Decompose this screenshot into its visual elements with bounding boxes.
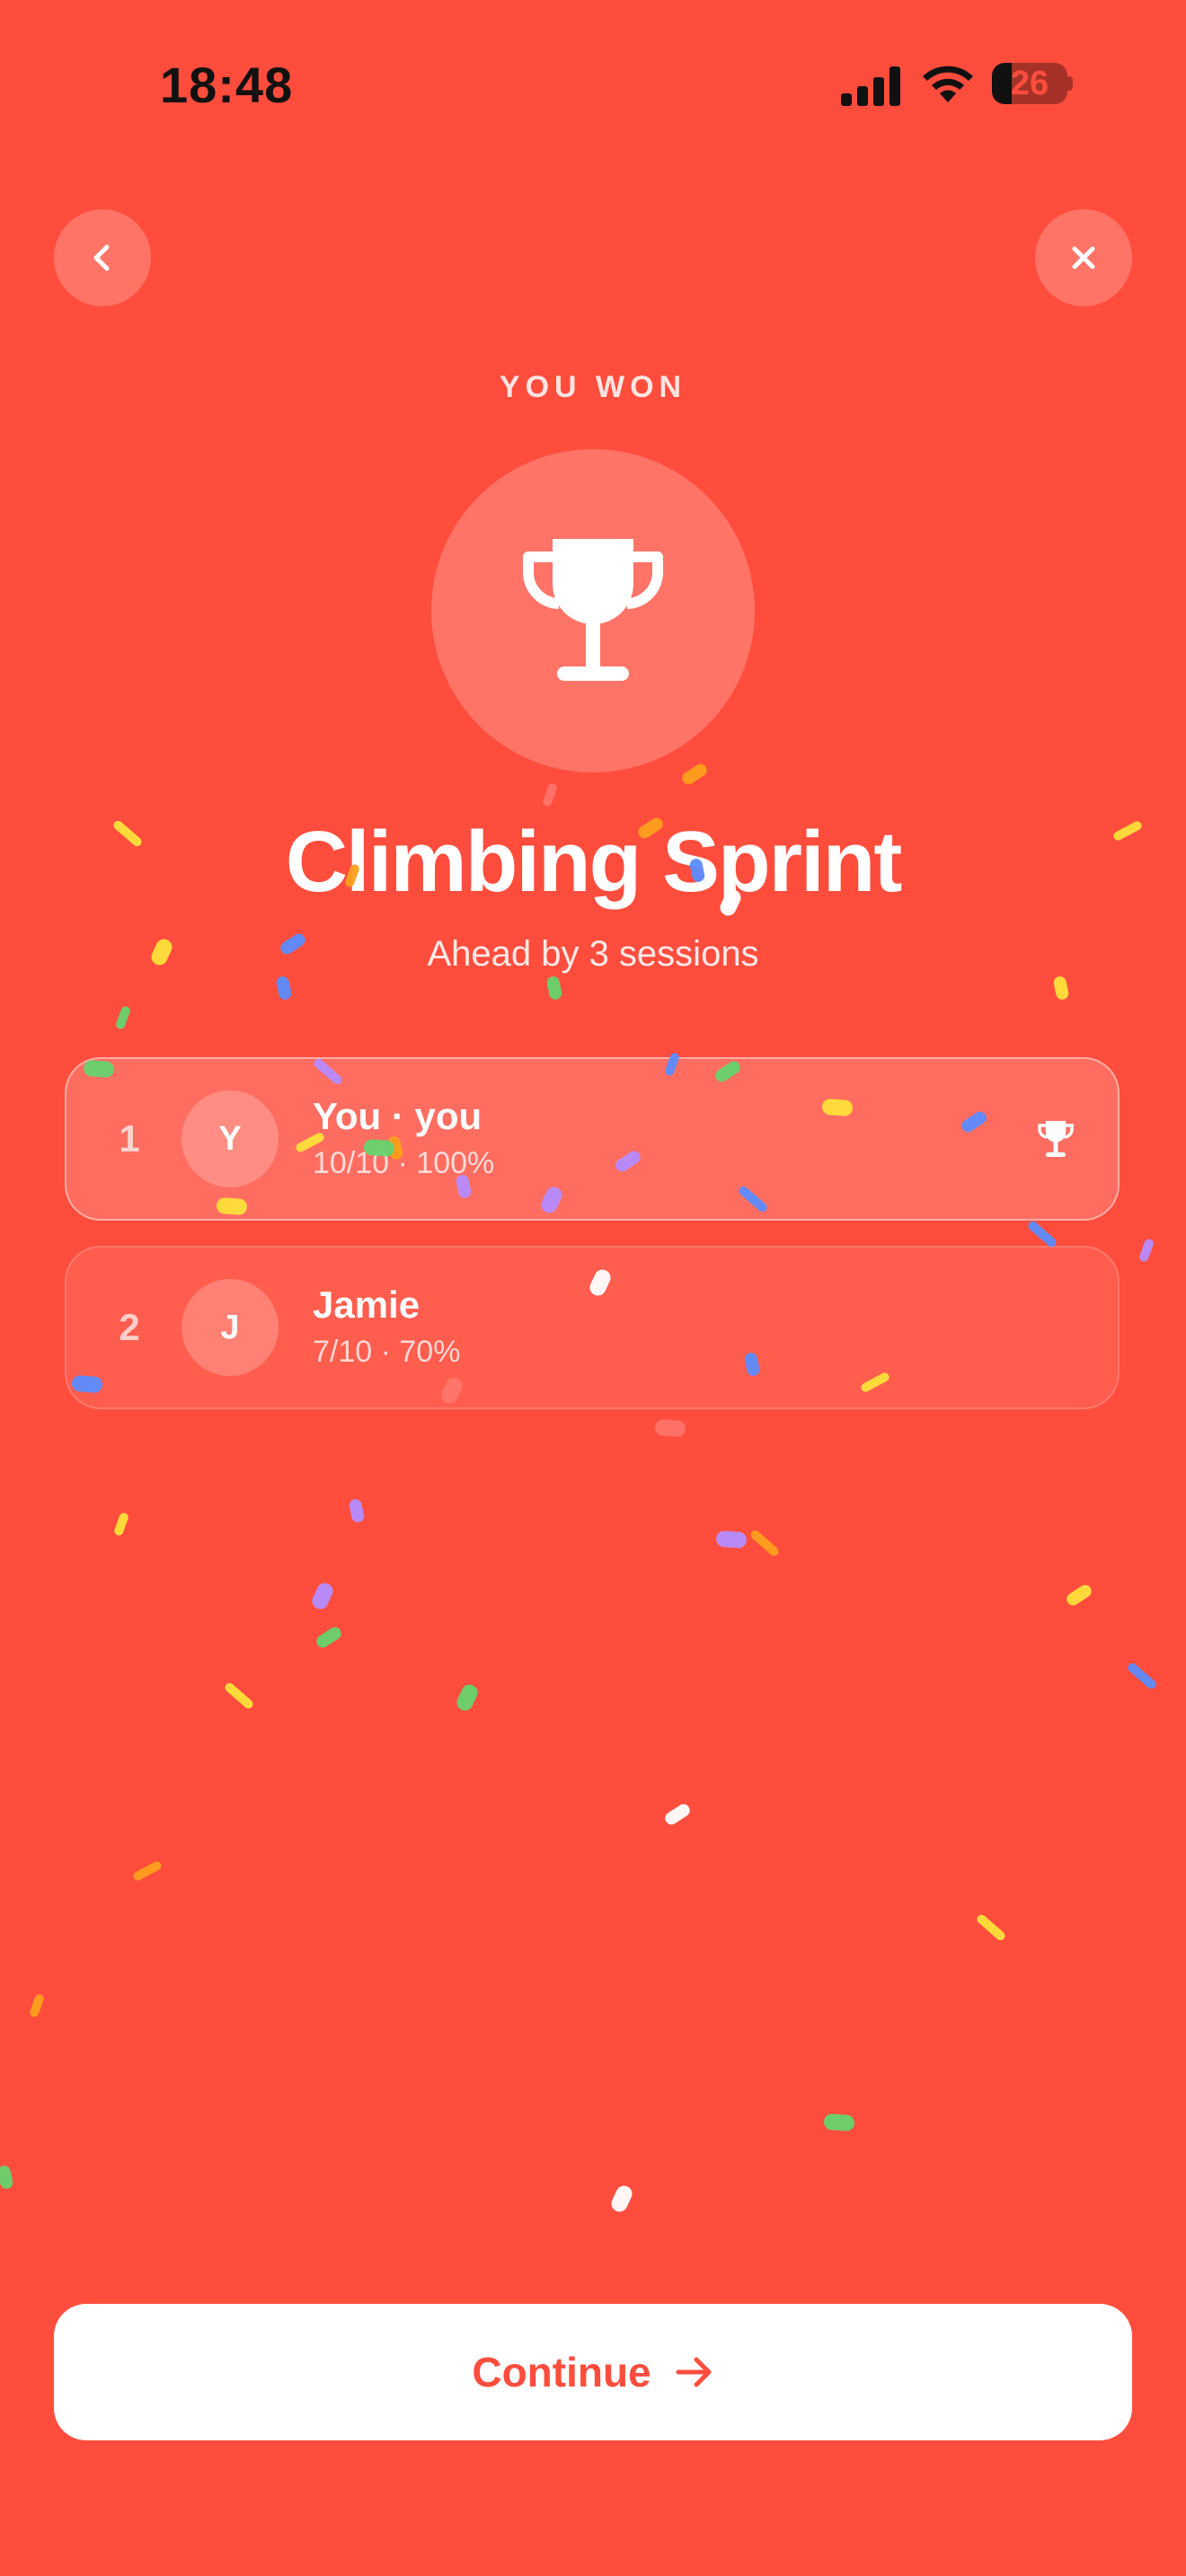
confetti-piece — [316, 1627, 341, 1648]
battery-percent: 26 — [1010, 65, 1049, 102]
confetti-piece — [456, 1684, 478, 1711]
confetti-piece — [824, 2113, 854, 2131]
continue-label: Continue — [472, 2349, 651, 2395]
participant-score: 7/10 · 70% — [313, 1335, 461, 1369]
confetti-piece — [114, 1513, 128, 1536]
confetti-piece — [546, 976, 562, 1000]
result-eyebrow: YOU WON — [499, 370, 687, 404]
confetti-piece — [977, 1914, 1005, 1941]
challenge-title: Climbing Sprint — [285, 814, 903, 910]
confetti-piece — [225, 1682, 253, 1709]
close-icon — [1072, 246, 1095, 269]
status-time: 18:48 — [160, 57, 294, 113]
confetti-piece — [276, 976, 292, 1000]
avatar: Y — [181, 1090, 279, 1187]
rank-number: 2 — [119, 1306, 140, 1348]
confetti-piece — [1139, 1239, 1154, 1262]
cellular-signal-icon — [841, 66, 900, 106]
confetti-piece — [1067, 1584, 1092, 1606]
continue-button[interactable]: Continue — [54, 2304, 1132, 2440]
trophy-icon — [523, 539, 663, 681]
wifi-icon — [923, 66, 973, 102]
battery-indicator: 26 — [992, 63, 1073, 106]
confetti-piece — [750, 1530, 779, 1557]
trophy-badge — [431, 449, 755, 772]
winner-trophy-icon — [1038, 1121, 1074, 1157]
confetti-piece — [312, 1583, 333, 1610]
confetti-piece — [1053, 976, 1069, 1000]
confetti-piece — [665, 1804, 690, 1825]
rank-number: 1 — [119, 1117, 140, 1160]
confetti-piece — [682, 763, 707, 785]
challenge-subtitle: Ahead by 3 sessions — [427, 934, 759, 974]
chevron-left-icon — [93, 244, 110, 271]
confetti-piece — [655, 1419, 686, 1437]
leaderboard-row[interactable]: 1 Y You · you 10/10 · 100% — [65, 1057, 1120, 1221]
participant-name: You · you — [313, 1095, 482, 1137]
confetti-piece — [1028, 1221, 1057, 1248]
avatar: J — [181, 1279, 279, 1376]
close-button[interactable] — [1035, 209, 1132, 306]
confetti-piece — [543, 783, 557, 807]
confetti-piece — [1128, 1663, 1156, 1689]
confetti-piece — [133, 1861, 162, 1881]
participant-score: 10/10 · 100% — [313, 1146, 495, 1180]
arrow-right-icon — [676, 2357, 712, 2387]
leaderboard-row[interactable]: 2 J Jamie 7/10 · 70% — [65, 1246, 1120, 1409]
confetti-piece — [716, 1531, 747, 1548]
confetti-piece — [611, 2185, 633, 2212]
back-button[interactable] — [54, 209, 151, 306]
confetti-piece — [30, 1994, 44, 2017]
confetti-piece — [349, 1499, 365, 1522]
confetti-piece — [116, 1006, 130, 1029]
participant-name: Jamie — [313, 1284, 420, 1326]
confetti-piece — [0, 2166, 13, 2189]
